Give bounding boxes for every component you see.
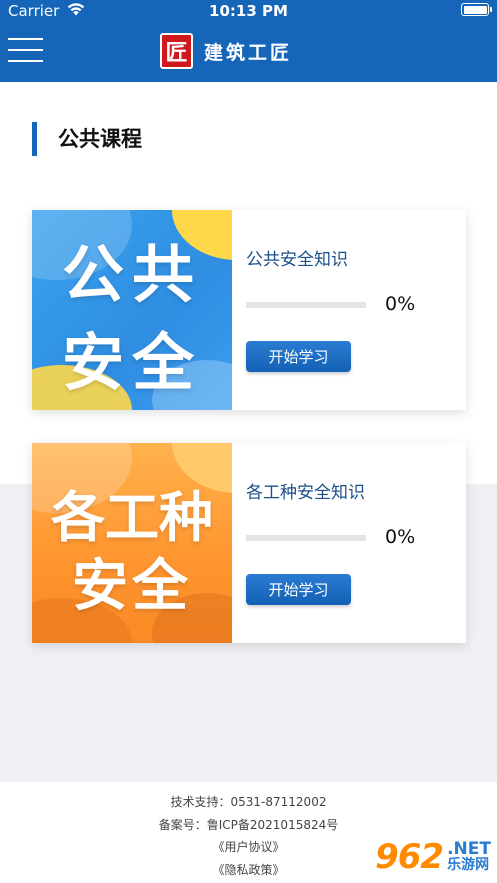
watermark-number: 962: [375, 837, 444, 877]
course-thumbnail[interactable]: 各工种 安全: [32, 443, 232, 643]
status-bar: Carrier 10:13 PM: [0, 0, 497, 22]
progress-percent: 0%: [385, 293, 416, 315]
hamburger-line: [8, 38, 43, 40]
start-learning-button[interactable]: 开始学习: [246, 341, 351, 372]
menu-button[interactable]: [8, 36, 43, 64]
course-title[interactable]: 各工种安全知识: [246, 481, 365, 505]
course-title[interactable]: 公共安全知识: [246, 248, 348, 272]
battery-icon: [461, 3, 492, 16]
start-learning-button[interactable]: 开始学习: [246, 574, 351, 605]
site-watermark: 962 .NET 乐游网: [375, 837, 491, 877]
hamburger-line: [8, 60, 43, 62]
course-card[interactable]: 各工种 安全 各工种安全知识 0% 开始学习: [32, 443, 466, 643]
thumb-text-line2: 安全: [72, 554, 192, 619]
thumb-text-line1: 公共: [61, 238, 202, 311]
icp-record-text: 备案号：鲁ICP备2021015824号: [158, 818, 339, 832]
watermark-site: 乐游网: [447, 857, 490, 873]
app-logo: 匠: [160, 33, 193, 69]
app-header: Carrier 10:13 PM 匠 建筑工匠: [0, 0, 497, 82]
thumb-text-line2: 安全: [61, 326, 202, 399]
watermark-net: .NET: [447, 839, 491, 859]
course-card[interactable]: 公共 安全 公共安全知识 0% 开始学习: [32, 210, 466, 410]
status-time: 10:13 PM: [209, 2, 288, 20]
hamburger-line: [8, 49, 43, 51]
app-title: 建筑工匠: [204, 41, 293, 64]
progress-percent: 0%: [385, 526, 416, 548]
section-title: 公共课程: [58, 127, 142, 151]
tech-support-text: 技术支持：0531-87112002: [170, 795, 327, 809]
brand: 匠 建筑工匠: [160, 33, 292, 69]
section-accent-bar: [32, 122, 37, 156]
progress-bar: [246, 535, 366, 541]
course-thumbnail[interactable]: 公共 安全: [32, 210, 232, 410]
progress-bar: [246, 302, 366, 308]
watermark-text: .NET 乐游网: [447, 839, 491, 874]
